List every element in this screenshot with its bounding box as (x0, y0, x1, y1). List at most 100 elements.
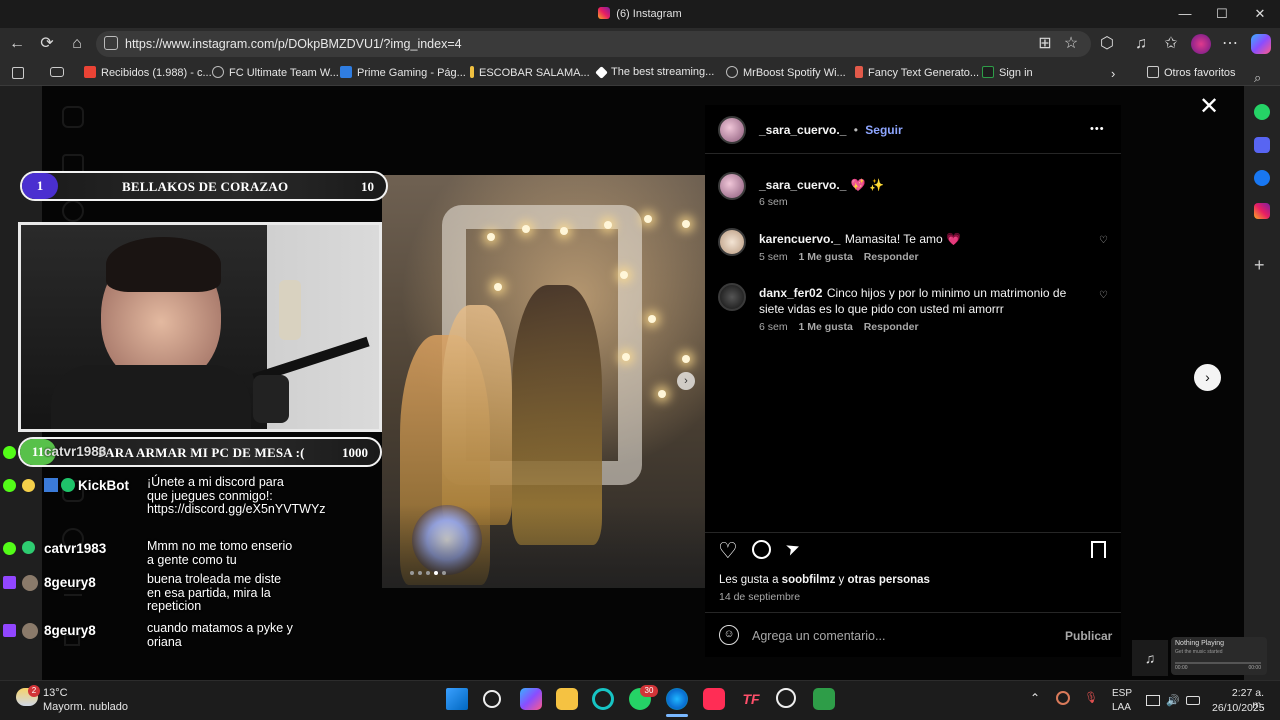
kick-badge (3, 479, 16, 492)
collections-icon[interactable] (50, 67, 64, 77)
chat-message: cuando matamos a pyke y oriana (147, 621, 293, 649)
prime-gaming-icon (340, 66, 352, 78)
more-options-icon[interactable]: ••• (1090, 123, 1105, 135)
fav-sign-in[interactable]: Sign in (982, 66, 1033, 79)
caption-text: 💖 ✨ (850, 178, 885, 192)
language-layout[interactable]: LAA (1112, 702, 1131, 713)
comment: danx_fer02 Cinco hijos y por lo minimo u… (759, 285, 1089, 317)
language-code[interactable]: ESP (1112, 688, 1132, 699)
edge-taskbar-icon[interactable] (666, 688, 688, 710)
gmail-icon (84, 66, 96, 78)
tab-actions-icon[interactable] (12, 67, 24, 79)
read-aloud-icon[interactable]: ♫ (1130, 34, 1152, 54)
volume-icon[interactable]: 🔊 (1166, 694, 1180, 707)
close-icon[interactable]: ✕ (1198, 95, 1220, 119)
network-icon[interactable] (1146, 695, 1160, 706)
fav-fancy-text[interactable]: Fancy Text Generato... (855, 66, 979, 79)
start-icon[interactable] (446, 688, 468, 710)
copilot-taskbar-icon[interactable] (520, 688, 542, 710)
minimize-button[interactable]: — (1170, 4, 1200, 24)
fav-mrboost[interactable]: MrBoost Spotify Wi... (726, 66, 846, 79)
copilot-icon[interactable] (1251, 34, 1271, 54)
comment-likes[interactable]: 1 Me gusta (799, 321, 853, 333)
comment-avatar[interactable] (718, 228, 746, 256)
caption-username[interactable]: _sara_cuervo._ (759, 178, 846, 192)
like-icon[interactable]: ♡ (718, 538, 738, 564)
like-comment-icon[interactable]: ♡ (1099, 235, 1109, 246)
sync-tray-icon[interactable] (1056, 691, 1070, 705)
emoji-icon[interactable]: ☺ (719, 625, 739, 645)
mic-muted-icon[interactable]: 🎙 (1084, 691, 1098, 704)
profile-avatar[interactable] (1191, 34, 1211, 54)
discord-sidebar-icon[interactable] (1254, 137, 1270, 153)
fav-streaming[interactable]: The best streaming... (595, 66, 714, 79)
clock-date[interactable]: 26/10/2025 (1212, 702, 1265, 714)
weather-temp[interactable]: 13°C (43, 687, 68, 699)
comment-avatar[interactable] (718, 283, 746, 311)
search-taskbar-icon[interactable] (483, 690, 501, 708)
like-comment-icon[interactable]: ♡ (1099, 290, 1109, 301)
tf-app-icon[interactable]: TF (740, 688, 762, 710)
weather-desc[interactable]: Mayorm. nublado (43, 701, 128, 713)
media-widget[interactable]: Nothing Playing Get the music started 00… (1171, 637, 1267, 675)
reply-button[interactable]: Responder (864, 251, 919, 263)
sidebar-search-icon[interactable]: ⌕ (1254, 70, 1261, 86)
kick-badge (3, 542, 16, 555)
likes-user[interactable]: soobfilmz (782, 574, 836, 586)
fav-fc-ultimate[interactable]: FC Ultimate Team W... (212, 66, 339, 79)
site-info-icon[interactable] (104, 36, 118, 50)
divider (705, 612, 1121, 613)
instagram-icon (598, 7, 611, 19)
divider (705, 153, 1121, 154)
tray-overflow-icon[interactable]: ⌃ (1030, 691, 1040, 705)
maximize-button[interactable]: ☐ (1207, 4, 1237, 24)
comment-username[interactable]: karencuervo._ (759, 232, 840, 246)
fav-escobar[interactable]: ESCOBAR SALAMA... (470, 66, 590, 79)
favorites-icon[interactable]: ✩ (1160, 34, 1182, 54)
author-avatar[interactable] (718, 116, 746, 144)
whatsapp-sidebar-icon[interactable] (1254, 104, 1270, 120)
comment-icon[interactable] (752, 540, 771, 559)
window-title: (6) Instagram (0, 7, 1280, 20)
game-app-icon[interactable] (813, 688, 835, 710)
globe-icon (726, 66, 738, 78)
favorite-star-icon[interactable]: ☆ (1060, 34, 1082, 54)
comment-input[interactable]: Agrega un comentario... (752, 629, 885, 643)
facebook-sidebar-icon[interactable] (1254, 170, 1270, 186)
home-icon[interactable]: ⌂ (66, 34, 88, 54)
extensions-icon[interactable]: ⬡ (1096, 34, 1118, 54)
caption-avatar[interactable] (718, 172, 746, 200)
save-bookmark-icon[interactable] (1091, 541, 1106, 558)
follow-button[interactable]: Seguir (865, 123, 902, 137)
add-sidebar-icon[interactable]: + (1254, 255, 1265, 276)
battery-icon[interactable] (1186, 696, 1200, 705)
tiktok-icon[interactable] (703, 688, 725, 710)
steam-icon[interactable] (776, 688, 796, 708)
chat-user: KickBot (78, 478, 130, 493)
next-post-button[interactable]: › (1194, 364, 1221, 391)
chat-user: catvr1983 (44, 541, 107, 556)
author-username[interactable]: _sara_cuervo._ (759, 123, 846, 137)
likes-others[interactable]: otras personas (848, 574, 930, 586)
back-icon[interactable]: ← (6, 34, 28, 54)
file-explorer-icon[interactable] (556, 688, 578, 710)
comment-username[interactable]: danx_fer02 (759, 286, 822, 300)
app-available-icon[interactable]: ⊞ (1034, 34, 1056, 54)
fav-gmail[interactable]: Recibidos (1.988) - c... (84, 66, 212, 79)
music-note-icon[interactable]: ♫ (1132, 640, 1168, 676)
image-next-arrow[interactable]: › (677, 372, 695, 390)
streamer-webcam (18, 222, 382, 432)
carousel-dots (410, 571, 450, 576)
publish-button[interactable]: Publicar (1065, 629, 1112, 643)
active-indicator (666, 714, 688, 717)
other-favorites[interactable]: Otros favoritos (1147, 66, 1236, 79)
instagram-sidebar-icon[interactable] (1254, 203, 1270, 219)
fav-prime-gaming[interactable]: Prime Gaming - Pág... (340, 66, 466, 79)
settings-more-icon[interactable]: ⋯ (1219, 34, 1241, 54)
reply-button[interactable]: Responder (864, 321, 919, 333)
close-window-button[interactable]: ✕ (1245, 4, 1275, 24)
app-icon[interactable] (592, 688, 614, 710)
favorites-overflow-chevron[interactable]: › (1111, 66, 1115, 81)
refresh-icon[interactable]: ⟳ (36, 34, 58, 54)
comment-likes[interactable]: 1 Me gusta (799, 251, 853, 263)
